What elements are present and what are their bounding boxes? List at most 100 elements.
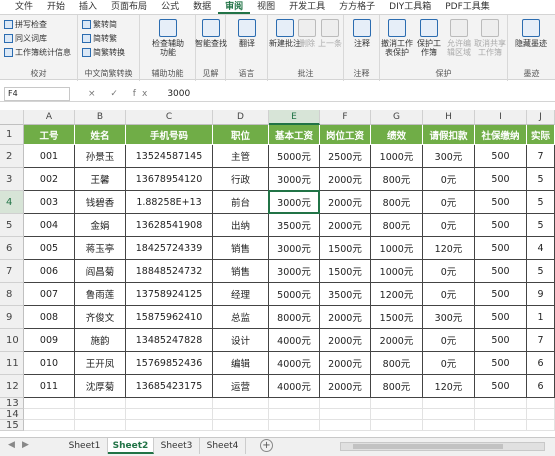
empty-cell[interactable] <box>269 409 320 420</box>
table-header-cell[interactable]: 工号 <box>24 125 75 145</box>
name-box[interactable]: F4 <box>4 86 70 101</box>
table-cell[interactable]: 004 <box>24 214 75 237</box>
table-cell[interactable]: 7 <box>527 145 555 168</box>
table-cell[interactable]: 1000元 <box>371 260 423 283</box>
table-cell[interactable]: 008 <box>24 306 75 329</box>
menu-tab[interactable]: 开发工具 <box>282 0 332 14</box>
table-cell[interactable]: 总监 <box>213 306 269 329</box>
table-cell[interactable]: 3000元 <box>269 168 320 191</box>
table-cell[interactable]: 齐俊文 <box>75 306 126 329</box>
table-cell[interactable]: 6 <box>527 375 555 398</box>
table-cell[interactable]: 王开凤 <box>75 352 126 375</box>
table-cell[interactable]: 007 <box>24 283 75 306</box>
table-cell[interactable]: 孙景玉 <box>75 145 126 168</box>
table-cell[interactable]: 500 <box>475 375 527 398</box>
table-cell[interactable]: 王馨 <box>75 168 126 191</box>
row-header[interactable]: 10 <box>0 329 24 352</box>
smart-lookup-button[interactable]: 智能查找 <box>194 19 228 48</box>
table-cell[interactable]: 5 <box>527 191 555 214</box>
empty-cell[interactable] <box>24 420 75 431</box>
menu-tab[interactable]: PDF工具集 <box>438 0 497 14</box>
table-cell[interactable]: 2500元 <box>320 145 371 168</box>
column-header[interactable]: I <box>475 110 527 125</box>
table-cell[interactable]: 1000元 <box>371 145 423 168</box>
spell-check-button[interactable]: 拼写检查 <box>4 19 47 30</box>
table-cell[interactable]: 3500元 <box>320 283 371 306</box>
table-cell[interactable]: 2000元 <box>320 168 371 191</box>
table-cell[interactable]: 500 <box>475 168 527 191</box>
table-cell[interactable]: 销售 <box>213 260 269 283</box>
table-cell[interactable]: 沈厚菊 <box>75 375 126 398</box>
formula-buttons[interactable]: × ✓ fx <box>88 89 153 99</box>
empty-cell[interactable] <box>527 409 555 420</box>
table-cell[interactable]: 2000元 <box>320 214 371 237</box>
table-cell[interactable]: 施韵 <box>75 329 126 352</box>
row-header[interactable]: 1 <box>0 125 24 145</box>
table-cell[interactable]: 1000元 <box>371 237 423 260</box>
table-cell[interactable]: 经理 <box>213 283 269 306</box>
empty-cell[interactable] <box>126 420 213 431</box>
menu-tab[interactable]: 方方格子 <box>332 0 382 14</box>
prev-sheet-arrow[interactable]: ◀ <box>8 440 15 450</box>
horizontal-scrollbar[interactable] <box>340 442 545 451</box>
scroll-thumb[interactable] <box>353 444 503 449</box>
table-cell[interactable]: 800元 <box>371 375 423 398</box>
menu-tab[interactable]: 插入 <box>72 0 104 14</box>
table-cell[interactable]: 500 <box>475 260 527 283</box>
delete-comment-button[interactable]: 删除 <box>296 19 318 48</box>
menu-tab[interactable]: 审阅 <box>218 0 251 14</box>
empty-cell[interactable] <box>213 420 269 431</box>
table-cell[interactable]: 3000元 <box>269 260 320 283</box>
table-cell[interactable]: 2000元 <box>320 306 371 329</box>
table-cell[interactable]: 3000元 <box>269 237 320 260</box>
table-header-cell[interactable]: 社保缴纳 <box>475 125 527 145</box>
table-cell[interactable]: 13758924125 <box>126 283 213 306</box>
table-cell[interactable]: 800元 <box>371 191 423 214</box>
add-sheet-button[interactable]: + <box>260 439 273 452</box>
menu-tab[interactable]: 开始 <box>40 0 72 14</box>
table-header-cell[interactable]: 基本工资 <box>269 125 320 145</box>
table-cell[interactable]: 300元 <box>423 145 475 168</box>
column-header[interactable]: D <box>213 110 269 125</box>
table-cell[interactable]: 4000元 <box>269 352 320 375</box>
table-cell[interactable]: 蒋玉亭 <box>75 237 126 260</box>
empty-cell[interactable] <box>475 409 527 420</box>
row-header[interactable]: 13 <box>0 398 24 409</box>
table-cell[interactable]: 800元 <box>371 168 423 191</box>
table-cell[interactable]: 1500元 <box>320 260 371 283</box>
empty-cell[interactable] <box>269 420 320 431</box>
table-cell[interactable]: 5 <box>527 260 555 283</box>
table-cell[interactable]: 1.88258E+13 <box>126 191 213 214</box>
menu-tab[interactable]: DIY工具箱 <box>382 0 438 14</box>
table-cell[interactable]: 3500元 <box>269 214 320 237</box>
menu-tab[interactable]: 数据 <box>186 0 218 14</box>
table-header-cell[interactable]: 姓名 <box>75 125 126 145</box>
table-cell[interactable]: 1 <box>527 306 555 329</box>
empty-cell[interactable] <box>126 398 213 409</box>
empty-cell[interactable] <box>371 409 423 420</box>
table-cell[interactable]: 003 <box>24 191 75 214</box>
table-cell[interactable]: 120元 <box>423 237 475 260</box>
empty-cell[interactable] <box>320 409 371 420</box>
row-header[interactable]: 9 <box>0 306 24 329</box>
table-cell[interactable]: 15875962410 <box>126 306 213 329</box>
table-cell[interactable]: 0元 <box>423 329 475 352</box>
table-cell[interactable]: 8000元 <box>269 306 320 329</box>
table-cell[interactable]: 1200元 <box>371 283 423 306</box>
table-cell[interactable]: 13524587145 <box>126 145 213 168</box>
table-cell[interactable]: 2000元 <box>320 191 371 214</box>
table-cell[interactable]: 7 <box>527 329 555 352</box>
table-cell[interactable]: 800元 <box>371 352 423 375</box>
table-cell[interactable]: 运营 <box>213 375 269 398</box>
row-header[interactable]: 14 <box>0 409 24 420</box>
table-cell[interactable]: 0元 <box>423 260 475 283</box>
table-cell[interactable]: 4 <box>527 237 555 260</box>
empty-cell[interactable] <box>527 398 555 409</box>
empty-cell[interactable] <box>371 420 423 431</box>
table-cell[interactable]: 2000元 <box>371 329 423 352</box>
table-cell[interactable]: 011 <box>24 375 75 398</box>
row-header[interactable]: 7 <box>0 260 24 283</box>
empty-cell[interactable] <box>213 409 269 420</box>
table-cell[interactable]: 13628541908 <box>126 214 213 237</box>
table-cell[interactable]: 500 <box>475 306 527 329</box>
